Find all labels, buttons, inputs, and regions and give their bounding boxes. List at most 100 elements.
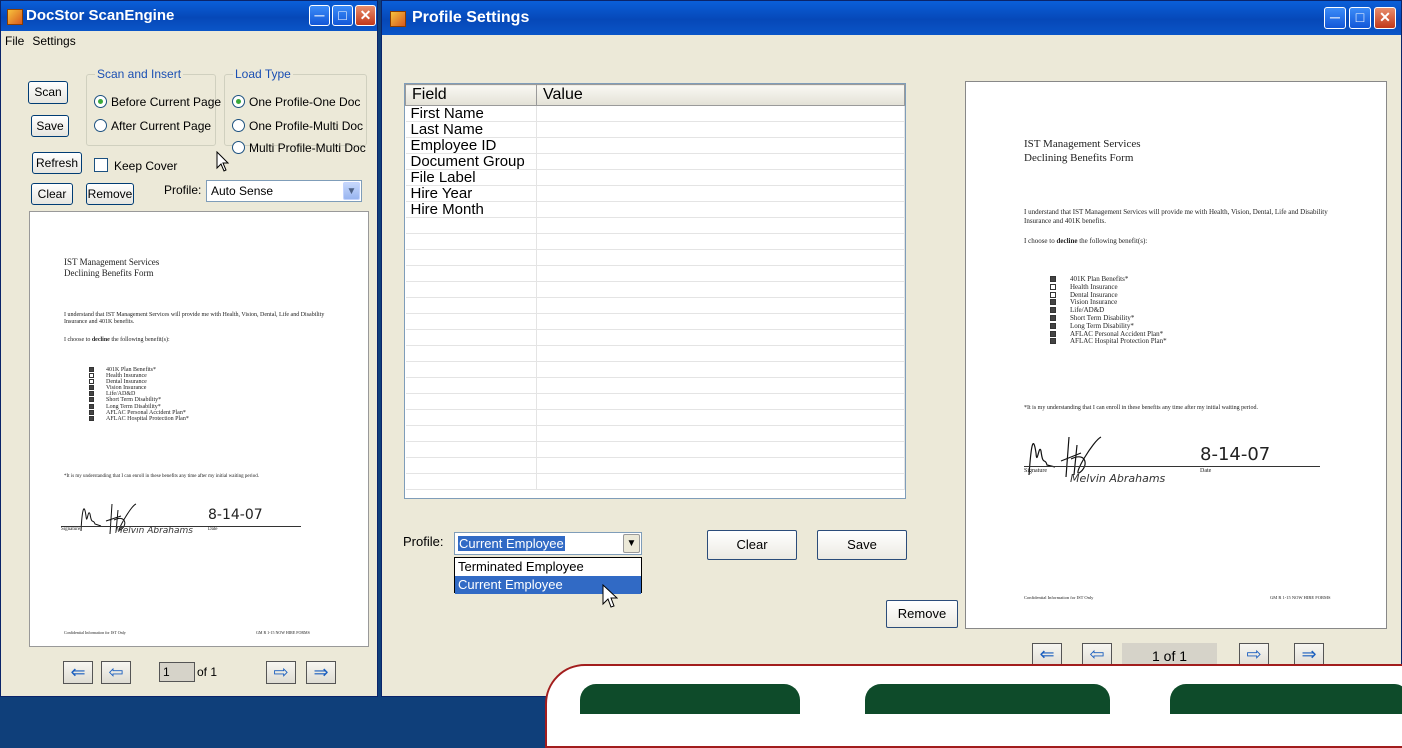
grid-value-cell[interactable]	[536, 169, 905, 186]
grid-field-cell[interactable]	[405, 441, 537, 458]
table-row[interactable]	[405, 361, 905, 378]
save-button[interactable]: Save	[817, 530, 907, 560]
grid-field-cell[interactable]	[405, 361, 537, 378]
grid-value-cell[interactable]	[536, 249, 905, 266]
prev-page-button[interactable]: ⇦	[101, 661, 131, 684]
menu-settings[interactable]: Settings	[28, 31, 79, 51]
table-row[interactable]	[405, 265, 905, 282]
clear-button[interactable]: Clear	[707, 530, 797, 560]
scan-button[interactable]: Scan	[28, 81, 68, 104]
refresh-button[interactable]: Refresh	[32, 152, 82, 174]
grid-header-value[interactable]: Value	[536, 84, 905, 106]
page-number-input[interactable]: 1	[159, 662, 195, 682]
remove-button[interactable]: Remove	[886, 600, 958, 628]
grid-header-field[interactable]: Field	[405, 84, 537, 106]
table-row[interactable]: Employee ID	[405, 137, 905, 154]
table-row[interactable]	[405, 281, 905, 298]
grid-field-cell[interactable]	[405, 393, 537, 410]
grid-value-cell[interactable]	[536, 313, 905, 330]
load-type-radio-3[interactable]: Multi Profile-Multi Doc	[232, 141, 366, 155]
remove-button[interactable]: Remove	[86, 183, 134, 205]
grid-value-cell[interactable]	[536, 345, 905, 362]
grid-value-cell[interactable]	[536, 297, 905, 314]
grid-value-cell[interactable]	[536, 377, 905, 394]
grid-value-cell[interactable]	[536, 425, 905, 442]
grid-value-cell[interactable]	[536, 281, 905, 298]
load-type-radio-1[interactable]: One Profile-One Doc	[232, 95, 360, 109]
grid-field-cell[interactable]: Hire Month	[405, 201, 537, 218]
grid-field-cell[interactable]: Document Group	[405, 153, 537, 170]
keep-cover-checkbox[interactable]: Keep Cover	[94, 158, 177, 173]
table-row[interactable]	[405, 297, 905, 314]
dropdown-option-terminated[interactable]: Terminated Employee	[455, 558, 641, 576]
grid-field-cell[interactable]	[405, 329, 537, 346]
before-current-page-radio[interactable]: Before Current Page	[94, 95, 221, 109]
minimize-icon[interactable]: ─	[309, 5, 330, 26]
table-row[interactable]	[405, 217, 905, 234]
grid-value-cell[interactable]	[536, 457, 905, 474]
table-row[interactable]: Hire Month	[405, 201, 905, 218]
table-row[interactable]	[405, 473, 905, 490]
grid-field-cell[interactable]	[405, 409, 537, 426]
grid-field-cell[interactable]	[405, 249, 537, 266]
grid-value-cell[interactable]	[536, 265, 905, 282]
grid-field-cell[interactable]	[405, 265, 537, 282]
grid-field-cell[interactable]	[405, 313, 537, 330]
grid-field-cell[interactable]	[405, 425, 537, 442]
grid-value-cell[interactable]	[536, 473, 905, 490]
grid-field-cell[interactable]	[405, 377, 537, 394]
grid-field-cell[interactable]	[405, 297, 537, 314]
grid-field-cell[interactable]	[405, 233, 537, 250]
grid-field-cell[interactable]	[405, 473, 537, 490]
grid-value-cell[interactable]	[536, 185, 905, 202]
scan-engine-titlebar[interactable]: DocStor ScanEngine ─ □ ✕	[1, 1, 377, 31]
table-row[interactable]	[405, 329, 905, 346]
table-row[interactable]	[405, 425, 905, 442]
table-row[interactable]	[405, 233, 905, 250]
grid-field-cell[interactable]	[405, 457, 537, 474]
next-page-button[interactable]: ⇨	[266, 661, 296, 684]
grid-value-cell[interactable]	[536, 121, 905, 138]
grid-value-cell[interactable]	[536, 105, 905, 122]
table-row[interactable]	[405, 393, 905, 410]
scan-profile-select[interactable]: Auto Sense ▼	[206, 180, 362, 202]
table-row[interactable]	[405, 377, 905, 394]
table-row[interactable]: Last Name	[405, 121, 905, 138]
after-current-page-radio[interactable]: After Current Page	[94, 119, 211, 133]
close-icon[interactable]: ✕	[1374, 7, 1396, 29]
last-page-button[interactable]: ⇒	[306, 661, 336, 684]
grid-value-cell[interactable]	[536, 217, 905, 234]
table-row[interactable]: First Name	[405, 105, 905, 122]
grid-field-cell[interactable]	[405, 281, 537, 298]
grid-field-cell[interactable]: Hire Year	[405, 185, 537, 202]
grid-field-cell[interactable]	[405, 217, 537, 234]
grid-value-cell[interactable]	[536, 137, 905, 154]
minimize-icon[interactable]: ─	[1324, 7, 1346, 29]
grid-field-cell[interactable]: Last Name	[405, 121, 537, 138]
grid-value-cell[interactable]	[536, 329, 905, 346]
grid-value-cell[interactable]	[536, 153, 905, 170]
grid-field-cell[interactable]: First Name	[405, 105, 537, 122]
table-row[interactable]: Hire Year	[405, 185, 905, 202]
grid-field-cell[interactable]: Employee ID	[405, 137, 537, 154]
profile-settings-titlebar[interactable]: Profile Settings ─ □ ✕	[382, 1, 1401, 35]
grid-value-cell[interactable]	[536, 441, 905, 458]
table-row[interactable]	[405, 313, 905, 330]
first-page-button[interactable]: ⇐	[63, 661, 93, 684]
save-button[interactable]: Save	[31, 115, 69, 137]
profile-fields-grid[interactable]: Field Value First Name Last Name Employee …	[404, 83, 906, 499]
profile-select[interactable]: Current Employee ▼	[454, 532, 642, 555]
load-type-radio-2[interactable]: One Profile-Multi Doc	[232, 119, 363, 133]
table-row[interactable]	[405, 457, 905, 474]
grid-value-cell[interactable]	[536, 201, 905, 218]
grid-value-cell[interactable]	[536, 393, 905, 410]
table-row[interactable]: Document Group	[405, 153, 905, 170]
clear-button[interactable]: Clear	[31, 183, 73, 205]
table-row[interactable]	[405, 249, 905, 266]
grid-field-cell[interactable]	[405, 345, 537, 362]
grid-field-cell[interactable]: File Label	[405, 169, 537, 186]
table-row[interactable]	[405, 345, 905, 362]
grid-value-cell[interactable]	[536, 233, 905, 250]
table-row[interactable]: File Label	[405, 169, 905, 186]
maximize-icon[interactable]: □	[1349, 7, 1371, 29]
